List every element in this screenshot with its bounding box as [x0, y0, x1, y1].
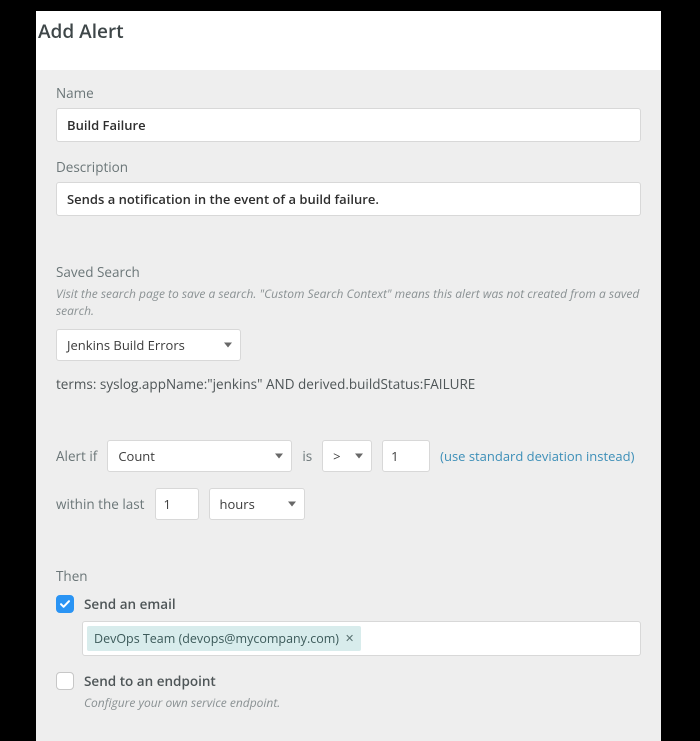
- send-email-checkbox[interactable]: [56, 595, 74, 613]
- within-label: within the last: [56, 495, 145, 513]
- remove-tag-icon[interactable]: ✕: [345, 631, 354, 646]
- saved-search-label: Saved Search: [56, 263, 641, 281]
- email-recipients-field[interactable]: DevOps Team (devops@mycompany.com) ✕: [82, 621, 641, 656]
- then-label: Then: [56, 567, 641, 585]
- send-email-label: Send an email: [84, 595, 176, 613]
- metric-select[interactable]: Count: [107, 440, 292, 472]
- endpoint-hint: Configure your own service endpoint.: [84, 694, 641, 711]
- saved-search-terms: terms: syslog.appName:"jenkins" AND deri…: [56, 375, 641, 393]
- chevron-down-icon: [224, 343, 232, 348]
- description-input[interactable]: [56, 182, 641, 216]
- std-deviation-link[interactable]: (use standard deviation instead): [440, 447, 634, 465]
- chevron-down-icon: [275, 454, 283, 459]
- chevron-down-icon: [288, 502, 296, 507]
- send-endpoint-row: Send to an endpoint: [56, 672, 641, 690]
- section-basic: Name Description: [36, 70, 661, 236]
- within-unit-select[interactable]: hours: [209, 488, 305, 520]
- metric-selected: Count: [118, 447, 155, 465]
- section-then: Then Send an email DevOps Team (devops@m…: [36, 553, 661, 741]
- chevron-down-icon: [355, 454, 363, 459]
- is-label: is: [302, 447, 312, 465]
- dialog-header: Add Alert: [36, 11, 661, 70]
- saved-search-select[interactable]: Jenkins Build Errors: [56, 329, 241, 361]
- description-label: Description: [56, 158, 641, 176]
- add-alert-dialog: Add Alert Name Description Saved Search …: [36, 11, 661, 741]
- send-endpoint-checkbox[interactable]: [56, 672, 74, 690]
- recipient-tag-text: DevOps Team (devops@mycompany.com): [94, 630, 339, 647]
- alert-if-label: Alert if: [56, 447, 97, 465]
- threshold-input[interactable]: [382, 440, 430, 472]
- section-saved-search: Saved Search Visit the search page to sa…: [36, 249, 661, 413]
- within-value-input[interactable]: [155, 488, 199, 520]
- page-title: Add Alert: [38, 18, 659, 44]
- name-label: Name: [56, 84, 641, 102]
- saved-search-hint: Visit the search page to save a search. …: [56, 285, 641, 319]
- check-icon: [59, 598, 71, 610]
- saved-search-selected: Jenkins Build Errors: [67, 336, 185, 354]
- name-input[interactable]: [56, 108, 641, 142]
- operator-select[interactable]: >: [322, 440, 372, 472]
- recipient-tag: DevOps Team (devops@mycompany.com) ✕: [87, 626, 361, 651]
- section-condition: Alert if Count is > (use standard deviat…: [36, 426, 661, 540]
- within-unit-selected: hours: [220, 495, 255, 513]
- operator-selected: >: [333, 447, 340, 465]
- send-email-row: Send an email: [56, 595, 641, 613]
- send-endpoint-label: Send to an endpoint: [84, 672, 216, 690]
